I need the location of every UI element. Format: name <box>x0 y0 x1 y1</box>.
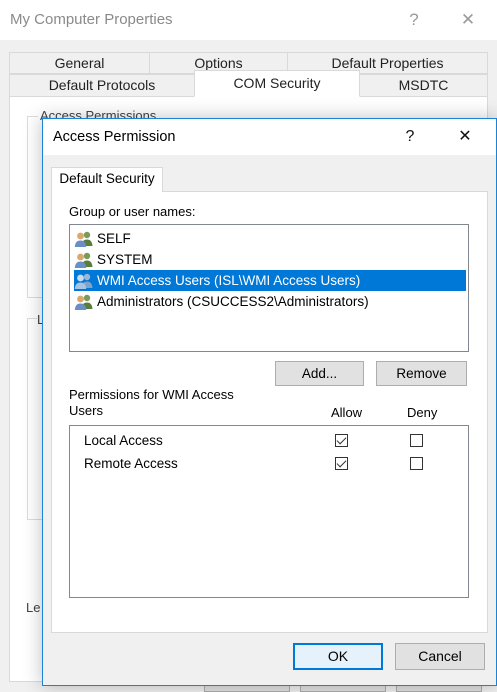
back-help-button[interactable]: ? <box>402 8 426 32</box>
access-permission-dialog: Access Permission ? ✕ Default Security G… <box>42 118 497 686</box>
add-button[interactable]: Add... <box>275 361 364 386</box>
user-name: WMI Access Users (ISL\WMI Access Users) <box>97 273 361 288</box>
dialog-close-button[interactable]: ✕ <box>453 125 477 149</box>
back-learn-link[interactable]: Le <box>26 600 40 615</box>
remove-button[interactable]: Remove <box>376 361 467 386</box>
tab-msdtc[interactable]: MSDTC <box>359 74 488 97</box>
tab-general[interactable]: General <box>9 52 150 74</box>
list-item[interactable]: SYSTEM <box>74 249 466 270</box>
tab-default-protocols[interactable]: Default Protocols <box>9 74 195 97</box>
permissions-list: Local Access Remote Access <box>69 425 469 598</box>
user-group-icon <box>74 272 94 290</box>
back-titlebar: My Computer Properties ? ✕ <box>0 0 497 40</box>
dialog-title: Access Permission <box>53 129 176 145</box>
user-group-icon <box>74 230 94 248</box>
ok-button[interactable]: OK <box>293 643 383 670</box>
local-access-deny-checkbox[interactable] <box>410 434 423 447</box>
tab-default-security[interactable]: Default Security <box>51 167 163 192</box>
deny-column-header: Deny <box>407 405 438 420</box>
permissions-label: Permissions for WMI Access Users <box>69 387 234 418</box>
remote-access-deny-checkbox[interactable] <box>410 457 423 470</box>
list-item-selected[interactable]: WMI Access Users (ISL\WMI Access Users) <box>74 270 466 291</box>
dialog-titlebar: Access Permission ? ✕ <box>43 119 496 155</box>
tab-com-security[interactable]: COM Security <box>194 70 360 97</box>
back-close-button[interactable]: ✕ <box>456 8 480 32</box>
remote-access-allow-checkbox[interactable] <box>335 457 348 470</box>
user-group-icon <box>74 293 94 311</box>
permission-local-access-label: Local Access <box>84 433 163 448</box>
user-name: SYSTEM <box>97 252 153 267</box>
local-access-allow-checkbox[interactable] <box>335 434 348 447</box>
list-item[interactable]: SELF <box>74 228 466 249</box>
user-name: SELF <box>97 231 131 246</box>
users-listbox[interactable]: SELF SYSTEM WMI Access Users (ISL\WMI Ac… <box>69 224 469 352</box>
list-item[interactable]: Administrators (CSUCCESS2\Administrators… <box>74 291 466 312</box>
cancel-button[interactable]: Cancel <box>395 643 485 670</box>
user-group-icon <box>74 251 94 269</box>
back-window-title: My Computer Properties <box>10 11 173 28</box>
group-user-names-label: Group or user names: <box>69 204 196 219</box>
dialog-help-button[interactable]: ? <box>398 125 422 149</box>
permission-remote-access-label: Remote Access <box>84 456 178 471</box>
allow-column-header: Allow <box>331 405 363 420</box>
user-name: Administrators (CSUCCESS2\Administrators… <box>97 294 369 309</box>
